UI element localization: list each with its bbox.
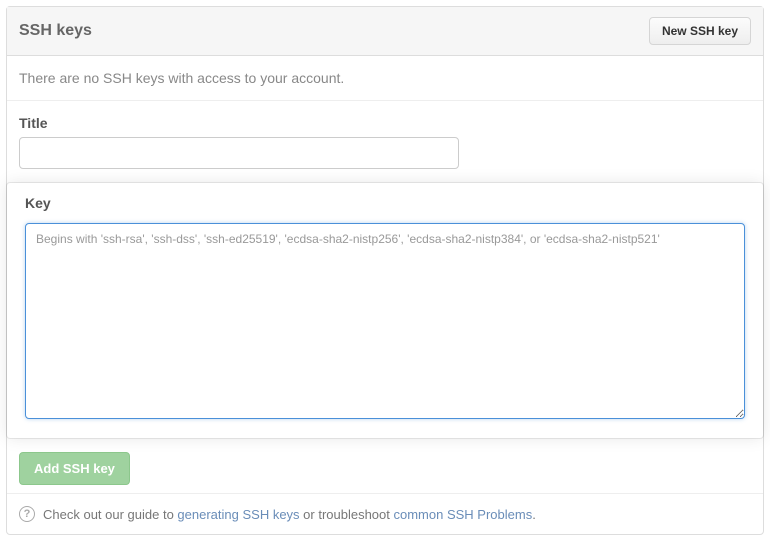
panel-header: SSH keys New SSH key <box>7 7 763 56</box>
generating-keys-link[interactable]: generating SSH keys <box>177 507 299 522</box>
key-textarea[interactable] <box>25 223 745 419</box>
title-input[interactable] <box>19 137 459 169</box>
panel-title: SSH keys <box>19 22 92 40</box>
empty-state-message: There are no SSH keys with access to you… <box>7 56 763 101</box>
help-icon: ? <box>19 506 35 522</box>
footer-prefix: Check out our guide to <box>43 507 177 522</box>
key-field-block: Key <box>7 183 763 438</box>
common-problems-link[interactable]: common SSH Problems <box>394 507 533 522</box>
key-label: Key <box>25 195 745 211</box>
add-key-form: Title Key Add SSH key <box>7 101 763 493</box>
add-ssh-key-button[interactable]: Add SSH key <box>19 452 130 485</box>
new-ssh-key-button[interactable]: New SSH key <box>649 17 751 45</box>
footer-suffix: . <box>532 507 536 522</box>
ssh-keys-panel: SSH keys New SSH key There are no SSH ke… <box>6 6 764 535</box>
footer-middle: or troubleshoot <box>300 507 394 522</box>
title-label: Title <box>19 115 751 131</box>
footer-text: Check out our guide to generating SSH ke… <box>43 507 536 522</box>
panel-footer: ? Check out our guide to generating SSH … <box>7 493 763 534</box>
